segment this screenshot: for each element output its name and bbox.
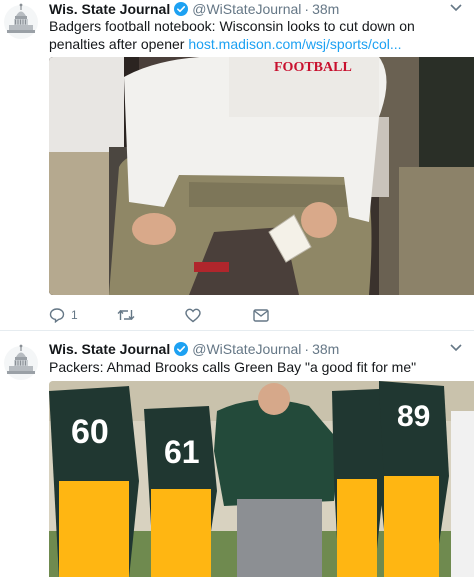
verified-badge-icon <box>174 2 189 16</box>
jersey-number-61: 61 <box>164 434 200 470</box>
author-name[interactable]: Wis. State Journal <box>49 1 170 17</box>
tweet-text-body: Packers: Ahmad Brooks calls Green Bay "a… <box>49 359 417 375</box>
direct-message-icon <box>253 308 269 322</box>
direct-message-button[interactable] <box>253 303 269 327</box>
retweet-icon <box>117 310 135 320</box>
separator-dot: · <box>304 1 310 17</box>
reply-count: 1 <box>71 308 78 322</box>
chevron-down-icon[interactable] <box>450 4 462 12</box>
jersey-number-60: 60 <box>71 413 109 451</box>
reply-button[interactable]: 1 <box>49 303 117 327</box>
retweet-button[interactable] <box>117 303 185 327</box>
separator-dot: · <box>304 341 310 357</box>
timestamp[interactable]: 38m <box>312 1 339 17</box>
tweet[interactable]: Wis. State Journal @WiStateJournal · 38m… <box>0 330 474 577</box>
like-button[interactable] <box>185 303 253 327</box>
author-handle[interactable]: @WiStateJournal <box>192 341 301 357</box>
tweet-header: Wis. State Journal @WiStateJournal · 38m <box>49 340 464 358</box>
tweet[interactable]: Wis. State Journal @WiStateJournal · 38m… <box>0 0 474 330</box>
jersey-text: FOOTBALL <box>274 60 352 75</box>
tweet-header: Wis. State Journal @WiStateJournal · 38m <box>49 0 464 18</box>
author-name[interactable]: Wis. State Journal <box>49 341 170 357</box>
coach-photo: FOOTBALL <box>49 57 474 295</box>
timestamp[interactable]: 38m <box>312 341 339 357</box>
tweet-photo[interactable]: FOOTBALL <box>49 57 474 295</box>
verified-badge-icon <box>174 342 189 356</box>
tweet-text: Packers: Ahmad Brooks calls Green Bay "a… <box>49 358 460 376</box>
tweet-text: Badgers football notebook: Wisconsin loo… <box>49 17 460 53</box>
jersey-number-89: 89 <box>397 400 430 433</box>
tweet-photo[interactable]: 60 61 89 <box>49 381 474 577</box>
capitol-dome-icon[interactable] <box>4 2 38 42</box>
author-handle[interactable]: @WiStateJournal <box>192 1 301 17</box>
chevron-down-icon[interactable] <box>450 344 462 352</box>
heart-icon <box>185 308 201 322</box>
reply-icon <box>49 308 65 323</box>
packers-photo: 60 61 89 <box>49 381 474 577</box>
tweet-actions: 1 <box>49 303 269 327</box>
capitol-dome-icon[interactable] <box>4 343 38 383</box>
tweet-link[interactable]: host.madison.com/wsj/sports/col... <box>188 36 401 52</box>
